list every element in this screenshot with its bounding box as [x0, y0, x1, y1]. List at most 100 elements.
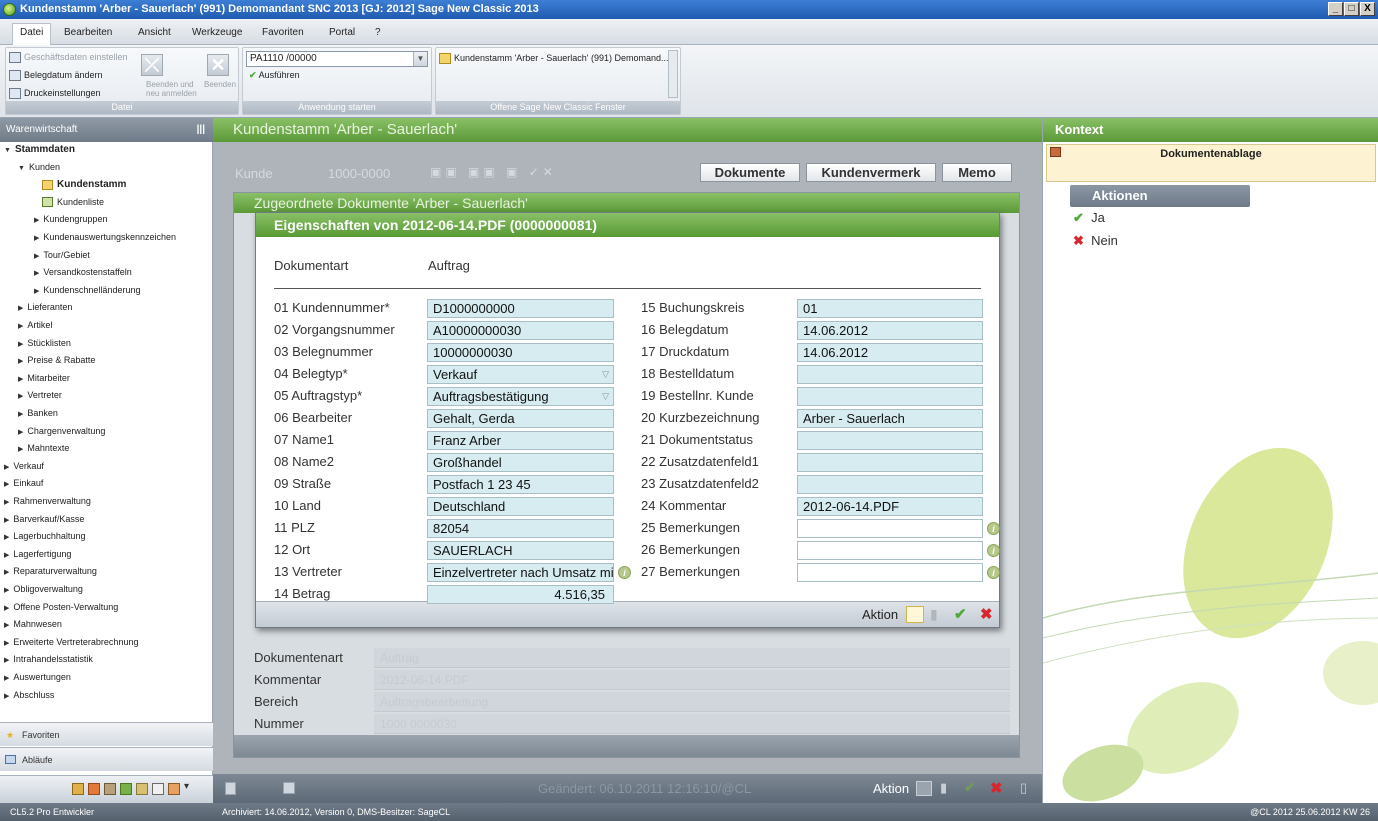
- module-icon[interactable]: [88, 783, 100, 795]
- new-document-icon[interactable]: [225, 782, 236, 795]
- collapsed-icon[interactable]: ▶: [34, 252, 39, 260]
- field-input[interactable]: [797, 453, 983, 472]
- cancel-icon[interactable]: ✖: [980, 605, 993, 623]
- tree-item[interactable]: ▶ Stücklisten: [18, 338, 71, 348]
- druckeinstellungen-button[interactable]: Druckeinstellungen: [9, 88, 101, 100]
- check-icon[interactable]: ✔: [954, 605, 967, 623]
- field-input[interactable]: 10000000030: [427, 343, 614, 362]
- dokumente-button[interactable]: Dokumente: [700, 163, 800, 182]
- field-input[interactable]: Franz Arber: [427, 431, 614, 450]
- close-button[interactable]: X: [1360, 2, 1375, 16]
- field-input[interactable]: 01: [797, 299, 983, 318]
- tree-item[interactable]: ▶ Chargenverwaltung: [18, 426, 105, 436]
- ausfuehren-button[interactable]: ✔ Ausführen: [249, 70, 300, 81]
- collapsed-icon[interactable]: ▶: [4, 586, 9, 594]
- expanded-icon[interactable]: ▼: [18, 165, 25, 172]
- module-icon[interactable]: [72, 783, 84, 795]
- field-input[interactable]: Auftragsbestätigung ▽: [427, 387, 614, 406]
- info-icon[interactable]: i: [987, 544, 1000, 557]
- document-icon[interactable]: [152, 783, 164, 795]
- tree-item[interactable]: ▶ Abschluss: [4, 690, 54, 700]
- tree-item[interactable]: ▶ Banken: [18, 408, 58, 418]
- collapsed-icon[interactable]: ▶: [4, 604, 9, 612]
- tree-item[interactable]: Kundenstamm: [34, 179, 126, 190]
- tree-item[interactable]: ▶ Mahnwesen: [4, 619, 62, 629]
- collapsed-icon[interactable]: ▶: [4, 674, 9, 682]
- collapse-icon[interactable]: |||: [197, 118, 205, 142]
- menu-ansicht[interactable]: Ansicht: [131, 24, 178, 41]
- menu-werkzeuge[interactable]: Werkzeuge: [185, 24, 249, 41]
- geschaeftsdaten-button[interactable]: Geschäftsdaten einstellen: [9, 52, 128, 64]
- tree-item[interactable]: Kundenliste: [34, 197, 104, 208]
- minimize-button[interactable]: _: [1328, 2, 1343, 16]
- field-input[interactable]: [797, 387, 983, 406]
- info-icon[interactable]: i: [618, 566, 631, 579]
- aktion-field[interactable]: [916, 781, 932, 796]
- info-icon[interactable]: i: [987, 522, 1000, 535]
- field-input[interactable]: [797, 475, 983, 494]
- delete-icon[interactable]: ▯: [1020, 780, 1027, 796]
- tree-item[interactable]: ▶ Kundenschnelländerung: [34, 285, 140, 295]
- field-input[interactable]: [797, 541, 983, 560]
- collapsed-icon[interactable]: ▶: [18, 392, 23, 400]
- field-input[interactable]: 4.516,35: [427, 585, 614, 604]
- memo-button[interactable]: Memo: [942, 163, 1012, 182]
- info-icon[interactable]: i: [987, 566, 1000, 579]
- collapsed-icon[interactable]: ▶: [18, 340, 23, 348]
- chevron-down-icon[interactable]: ▽: [602, 366, 609, 383]
- module-icon[interactable]: [120, 783, 132, 795]
- collapsed-icon[interactable]: ▶: [18, 304, 23, 312]
- maximize-button[interactable]: □: [1344, 2, 1359, 16]
- field-input[interactable]: Verkauf ▽: [427, 365, 614, 384]
- tree-item[interactable]: ▶ Auswertungen: [4, 672, 71, 682]
- tree-item[interactable]: ▶ Verkauf: [4, 461, 44, 471]
- dokumentenablage-item[interactable]: Dokumentenablage: [1046, 144, 1376, 182]
- tree-item[interactable]: ▶ Lagerfertigung: [4, 549, 71, 559]
- field-input[interactable]: [797, 431, 983, 450]
- collapsed-icon[interactable]: ▶: [4, 639, 9, 647]
- collapsed-icon[interactable]: ▶: [18, 322, 23, 330]
- collapsed-icon[interactable]: ▶: [4, 463, 9, 471]
- field-input[interactable]: 2012-06-14.PDF: [797, 497, 983, 516]
- nein-action[interactable]: ✖ Nein: [1073, 233, 1118, 249]
- collapsed-icon[interactable]: ▶: [4, 568, 9, 576]
- field-input[interactable]: [797, 519, 983, 538]
- collapsed-icon[interactable]: ▶: [18, 357, 23, 365]
- collapsed-icon[interactable]: ▶: [4, 551, 9, 559]
- collapsed-icon[interactable]: ▶: [18, 445, 23, 453]
- collapsed-icon[interactable]: ▶: [18, 375, 23, 383]
- open-windows-scrollbar[interactable]: [668, 50, 678, 98]
- collapsed-icon[interactable]: ▶: [4, 692, 9, 700]
- tree-item[interactable]: ▶ Kundenauswertungskennzeichen: [34, 232, 176, 242]
- tree-item[interactable]: ▶ Offene Posten-Verwaltung: [4, 602, 118, 612]
- collapsed-icon[interactable]: ▶: [4, 516, 9, 524]
- tree-item[interactable]: ▶ Kundengruppen: [34, 214, 107, 224]
- field-input[interactable]: 14.06.2012: [797, 321, 983, 340]
- tools-icon[interactable]: [136, 783, 148, 795]
- field-input[interactable]: Postfach 1 23 45: [427, 475, 614, 494]
- tree-item[interactable]: ▶ Vertreter: [18, 390, 62, 400]
- anwendung-combo[interactable]: PA1110 /00000 ▼: [246, 51, 428, 67]
- menu-help[interactable]: ?: [368, 24, 388, 41]
- field-input[interactable]: Großhandel: [427, 453, 614, 472]
- collapsed-icon[interactable]: ▶: [18, 410, 23, 418]
- tree-item[interactable]: ▶ Versandkostenstaffeln: [34, 267, 132, 277]
- close-app-icon[interactable]: ✕: [207, 54, 229, 76]
- aktion-field[interactable]: [906, 606, 924, 623]
- tree-item[interactable]: ▶ Erweiterte Vertreterabrechnung: [4, 637, 138, 647]
- collapsed-icon[interactable]: ▶: [34, 269, 39, 277]
- tree-item[interactable]: ▶ Lieferanten: [18, 302, 72, 312]
- print-icon[interactable]: [283, 782, 295, 794]
- favoriten-section[interactable]: ★ Favoriten: [0, 722, 213, 746]
- ablaeufe-section[interactable]: Abläufe: [0, 747, 213, 771]
- menu-portal[interactable]: Portal: [322, 24, 362, 41]
- tree-item[interactable]: ▶ Einkauf: [4, 478, 43, 488]
- check-icon[interactable]: ✔: [964, 779, 976, 796]
- field-input[interactable]: 82054: [427, 519, 614, 538]
- expanded-icon[interactable]: ▼: [4, 147, 11, 154]
- copy-icon[interactable]: ▮: [930, 606, 938, 623]
- field-input[interactable]: [797, 563, 983, 582]
- cancel-icon[interactable]: ✖: [990, 779, 1003, 797]
- menu-bearbeiten[interactable]: Bearbeiten: [57, 24, 119, 41]
- collapsed-icon[interactable]: ▶: [4, 656, 9, 664]
